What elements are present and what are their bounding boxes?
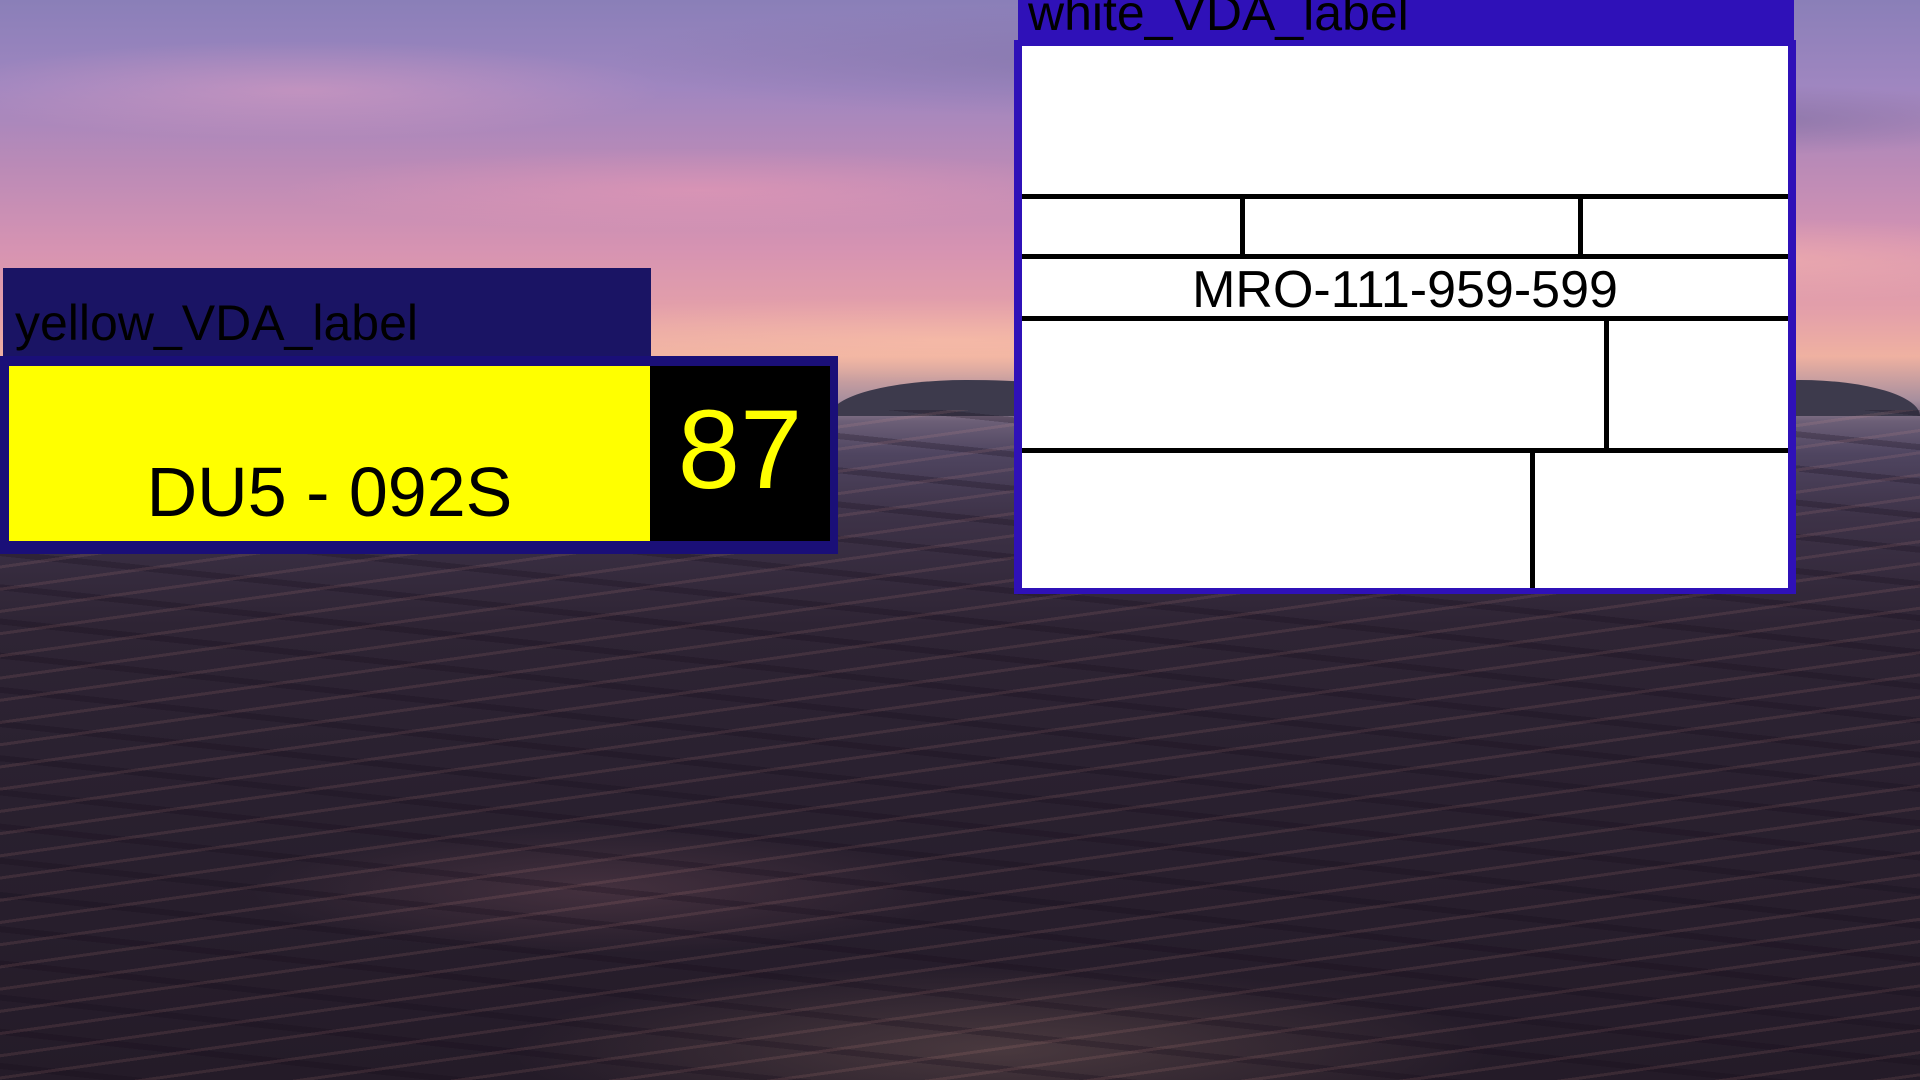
white-label-divider-2 xyxy=(1022,254,1788,259)
white-label-col-divider-1 xyxy=(1240,196,1245,256)
white-label-form: MRO-111-959-599 xyxy=(1022,46,1788,588)
desktop-background: yellow_VDA_label DU5 - 092S 87 white_VDA… xyxy=(0,0,1920,1080)
white-label-title: white_VDA_label xyxy=(1028,0,1409,41)
yellow-label-code-field: DU5 - 092S xyxy=(9,366,650,541)
white-label-divider-1 xyxy=(1022,194,1788,199)
white-label-code: MRO-111-959-599 xyxy=(1192,261,1618,319)
white-vda-label[interactable]: MRO-111-959-599 xyxy=(1014,40,1796,594)
yellow-label-header[interactable]: yellow_VDA_label xyxy=(3,268,651,356)
yellow-label-title: yellow_VDA_label xyxy=(15,295,419,351)
yellow-vda-label[interactable]: DU5 - 092S 87 xyxy=(0,356,838,554)
white-label-divider-4 xyxy=(1022,448,1788,453)
yellow-label-code: DU5 - 092S xyxy=(146,453,513,531)
yellow-label-number-box: 87 xyxy=(650,366,830,541)
yellow-label-number: 87 xyxy=(677,387,803,512)
white-label-col-divider-4 xyxy=(1530,450,1535,588)
white-label-col-divider-2 xyxy=(1578,196,1583,256)
white-label-header[interactable]: white_VDA_label xyxy=(1018,0,1794,44)
white-label-col-divider-3 xyxy=(1604,318,1609,450)
white-label-divider-3 xyxy=(1022,316,1788,321)
